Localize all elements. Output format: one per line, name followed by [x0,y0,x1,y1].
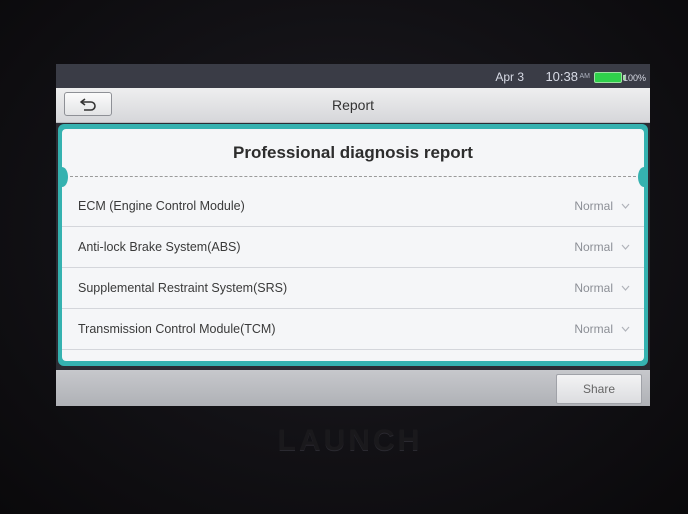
report-card: Professional diagnosis report ECM (Engin… [62,129,644,361]
report-list: ECM (Engine Control Module) Normal Anti-… [62,186,644,350]
brand-logo: LAUNCH [277,424,423,457]
status-text: Normal [574,240,613,254]
row-label: Transmission Control Module(TCM) [78,322,276,336]
card-notch-left [62,167,68,187]
status-time: 10:38 [545,69,578,84]
card-notch-right [638,167,644,187]
status-text: Normal [574,199,613,213]
row-label: ECM (Engine Control Module) [78,199,245,213]
report-panel: Professional diagnosis report ECM (Engin… [58,124,648,366]
status-bar: Apr 3 10:38 AM 100% [56,64,650,88]
row-label: Supplemental Restraint System(SRS) [78,281,288,295]
chevron-down-icon[interactable] [621,285,630,291]
chevron-down-icon[interactable] [621,244,630,250]
row-status-group: Normal [574,240,630,254]
device-frame: Apr 3 10:38 AM 100% Report Professional … [0,0,688,514]
report-row-srs[interactable]: Supplemental Restraint System(SRS) Norma… [62,268,644,309]
bottom-toolbar: Share [56,370,650,406]
row-status-group: Normal [574,322,630,336]
row-status-group: Normal [574,281,630,295]
row-status-group: Normal [574,199,630,213]
screen: Apr 3 10:38 AM 100% Report Professional … [56,64,650,406]
page-title: Report [331,97,375,113]
report-row-tcm[interactable]: Transmission Control Module(TCM) Normal [62,309,644,350]
report-title: Professional diagnosis report [233,143,473,162]
status-ampm: AM [579,73,591,80]
battery-percent: 100% [622,73,646,83]
chevron-down-icon[interactable] [621,326,630,332]
title-bar: Report [56,88,650,123]
report-row-ecm[interactable]: ECM (Engine Control Module) Normal [62,186,644,227]
dashed-divider [70,176,636,177]
status-text: Normal [574,281,613,295]
chevron-down-icon[interactable] [621,203,630,209]
share-button[interactable]: Share [556,374,642,404]
row-label: Anti-lock Brake System(ABS) [78,240,241,254]
status-date: Apr 3 [495,70,524,84]
status-text: Normal [574,322,613,336]
report-row-abs[interactable]: Anti-lock Brake System(ABS) Normal [62,227,644,268]
battery-icon [594,72,625,83]
